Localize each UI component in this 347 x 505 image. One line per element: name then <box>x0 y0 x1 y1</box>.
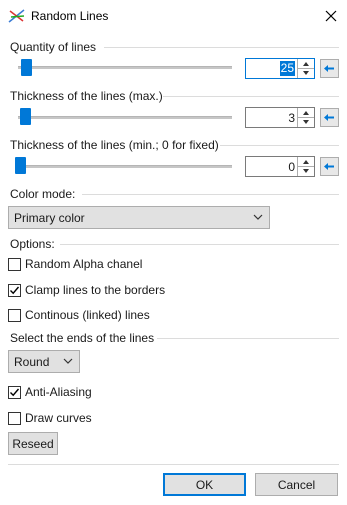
thickness-max-reset-button[interactable] <box>320 108 339 127</box>
random-alpha-label: Random Alpha chanel <box>25 257 143 271</box>
quantity-slider-track[interactable] <box>18 66 232 69</box>
quantity-down-button[interactable] <box>298 68 314 77</box>
close-icon <box>325 10 337 22</box>
color-mode-selected: Primary color <box>14 211 85 225</box>
draw-curves-box[interactable] <box>8 411 21 425</box>
chevron-up-icon <box>303 110 309 115</box>
line-ends-select[interactable]: Round <box>8 350 80 373</box>
quantity-value[interactable]: 25 <box>279 61 295 76</box>
thickness-max-down-button[interactable] <box>298 117 314 126</box>
anti-aliasing-box[interactable] <box>8 385 21 399</box>
quantity-stepper[interactable]: 25 <box>245 58 315 79</box>
continuous-lines-checkbox[interactable]: Continous (linked) lines <box>8 307 150 323</box>
thickness-max-slider-track[interactable] <box>18 116 232 119</box>
thickness-max-stepper[interactable]: 3 <box>245 107 315 128</box>
close-button[interactable] <box>318 4 344 28</box>
footer-divider <box>8 464 339 465</box>
options-divider <box>60 244 339 245</box>
window-title: Random Lines <box>31 9 109 23</box>
chevron-down-icon <box>253 214 263 220</box>
reset-arrow-icon <box>324 65 334 72</box>
reset-arrow-icon <box>324 163 334 170</box>
quantity-label: Quantity of lines <box>10 40 97 54</box>
chevron-down-icon <box>303 70 309 75</box>
color-mode-label: Color mode: <box>10 187 76 201</box>
chevron-down-icon <box>303 168 309 173</box>
random-alpha-checkbox[interactable]: Random Alpha chanel <box>8 256 142 272</box>
cancel-button[interactable]: Cancel <box>255 473 338 496</box>
anti-aliasing-checkbox[interactable]: Anti-Aliasing <box>8 384 92 400</box>
clamp-lines-box[interactable] <box>8 283 21 297</box>
thickness-min-slider-track[interactable] <box>18 165 232 168</box>
thickness-max-divider <box>163 96 339 97</box>
chevron-down-icon <box>303 119 309 124</box>
thickness-max-slider-thumb[interactable] <box>20 108 31 125</box>
thickness-min-down-button[interactable] <box>298 166 314 175</box>
line-ends-label: Select the ends of the lines <box>10 331 155 345</box>
checkmark-icon <box>10 388 20 396</box>
reset-arrow-icon <box>324 114 334 121</box>
chevron-down-icon <box>63 358 73 364</box>
thickness-min-stepper[interactable]: 0 <box>245 156 315 177</box>
color-mode-divider <box>82 194 339 195</box>
clamp-lines-checkbox[interactable]: Clamp lines to the borders <box>8 282 165 298</box>
chevron-up-icon <box>303 159 309 164</box>
quantity-slider-thumb[interactable] <box>21 59 32 76</box>
thickness-min-value[interactable]: 0 <box>288 160 295 174</box>
options-label: Options: <box>10 237 55 251</box>
chevron-up-icon <box>303 61 309 66</box>
thickness-min-reset-button[interactable] <box>320 157 339 176</box>
random-alpha-box[interactable] <box>8 257 21 271</box>
color-mode-select[interactable]: Primary color <box>8 206 270 229</box>
clamp-lines-label: Clamp lines to the borders <box>25 283 166 297</box>
line-ends-selected: Round <box>14 355 50 369</box>
thickness-min-divider <box>220 145 339 146</box>
random-lines-icon <box>8 7 26 25</box>
thickness-max-label: Thickness of the lines (max.) <box>10 89 163 103</box>
quantity-reset-button[interactable] <box>320 59 339 78</box>
ok-button[interactable]: OK <box>163 473 246 496</box>
continuous-lines-label: Continous (linked) lines <box>25 308 150 322</box>
thickness-max-value[interactable]: 3 <box>288 111 295 125</box>
reseed-button[interactable]: Reseed <box>8 432 58 455</box>
continuous-lines-box[interactable] <box>8 308 21 322</box>
anti-aliasing-label: Anti-Aliasing <box>25 385 92 399</box>
quantity-divider <box>104 47 339 48</box>
line-ends-divider <box>157 338 339 339</box>
draw-curves-label: Draw curves <box>25 411 92 425</box>
checkmark-icon <box>10 286 20 294</box>
draw-curves-checkbox[interactable]: Draw curves <box>8 410 92 426</box>
thickness-min-label: Thickness of the lines (min.; 0 for fixe… <box>10 138 219 152</box>
thickness-min-slider-thumb[interactable] <box>15 157 26 174</box>
